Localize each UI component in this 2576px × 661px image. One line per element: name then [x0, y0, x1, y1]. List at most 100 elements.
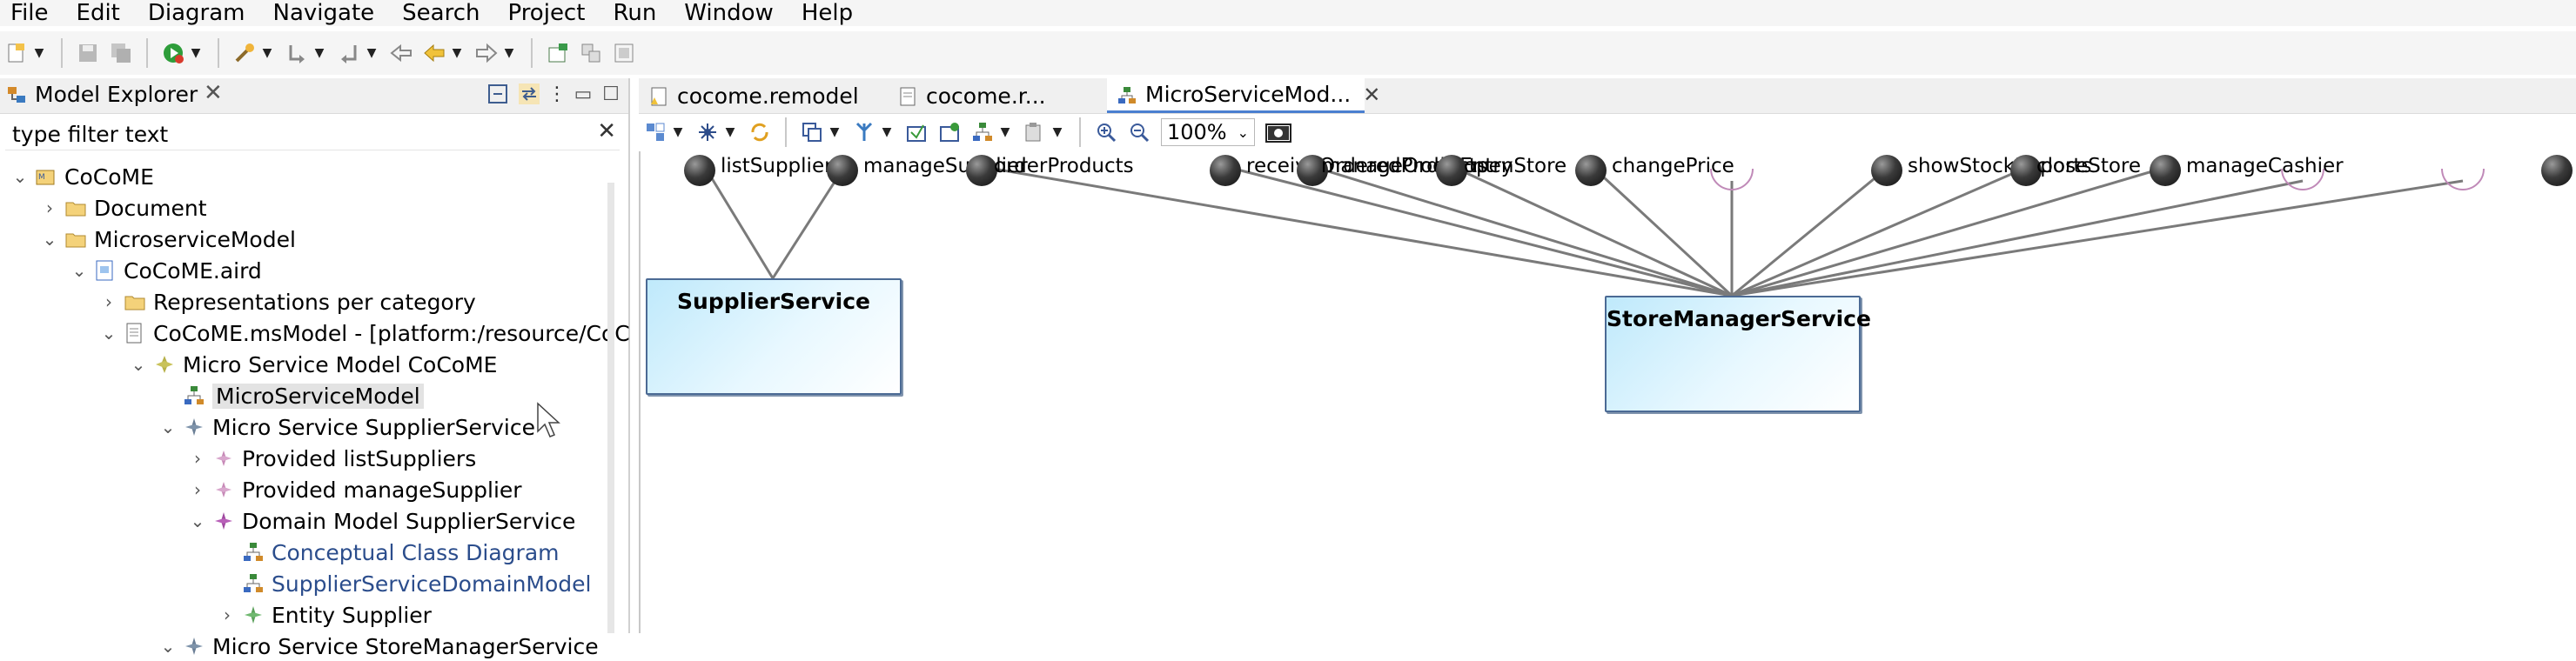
new-representation-icon[interactable]: [545, 40, 571, 66]
maximize-icon[interactable]: ☐: [599, 82, 623, 106]
provided-port-listSuppliers[interactable]: [684, 155, 715, 186]
collapse-chevron-icon[interactable]: ⌄: [70, 260, 89, 281]
model-explorer-tab[interactable]: Model Explorer ✕ ⋮ ▭ ☐: [0, 78, 628, 114]
run-dropdown-icon[interactable]: ▼: [190, 40, 202, 66]
diagram-canvas[interactable]: listSuppliers manageSupplier orderProduc…: [639, 151, 2576, 633]
expand-chevron-icon[interactable]: ›: [40, 197, 59, 218]
menu-help[interactable]: Help: [791, 0, 870, 26]
view-menu-icon[interactable]: ⋮: [545, 82, 569, 106]
tree-item[interactable]: ⌄ M CoCoME: [10, 162, 154, 191]
tree-item[interactable]: › Provided listSuppliers: [188, 444, 476, 473]
tree-item[interactable]: ⌄ MicroserviceModel: [40, 224, 296, 254]
menu-file[interactable]: File: [0, 0, 66, 26]
zoom-in-icon[interactable]: [1093, 119, 1119, 145]
tree-item[interactable]: › Provided manageSupplier: [188, 475, 522, 504]
expand-chevron-icon[interactable]: ›: [188, 479, 207, 500]
tree-item[interactable]: ⌄ Micro Service Model CoCoME: [129, 350, 498, 379]
close-tab-icon[interactable]: ✕: [1363, 83, 1380, 107]
copy-format-dropdown-icon[interactable]: ▼: [1051, 119, 1063, 145]
zoom-combo[interactable]: 100% ⌄: [1161, 118, 1255, 146]
expand-chevron-icon[interactable]: ›: [188, 448, 207, 469]
menu-diagram[interactable]: Diagram: [138, 0, 263, 26]
layout-tree-icon[interactable]: [969, 119, 996, 145]
provided-port-showStockReports[interactable]: [1871, 155, 1902, 186]
layers-dropdown-icon[interactable]: ▼: [828, 119, 841, 145]
tree-item[interactable]: Conceptual Class Diagram: [218, 537, 560, 567]
provided-port-orderProducts[interactable]: [966, 155, 997, 186]
camera-icon[interactable]: [1265, 119, 1291, 145]
save-icon[interactable]: [75, 40, 101, 66]
menu-navigate[interactable]: Navigate: [263, 0, 392, 26]
zoom-out-icon[interactable]: [1126, 119, 1152, 145]
collapse-chevron-icon[interactable]: ⌄: [158, 417, 178, 437]
collapse-chevron-icon[interactable]: ⌄: [99, 323, 118, 344]
tree-item[interactable]: › Representations per category: [99, 287, 476, 317]
tree-item[interactable]: ⌄ Micro Service StoreManagerService: [158, 631, 599, 661]
tab-cocome-remodel[interactable]: cocome.remodel: [639, 78, 888, 113]
back-dropdown-icon[interactable]: ▼: [451, 40, 463, 66]
filters-icon[interactable]: [851, 119, 877, 145]
link-with-editor-icon[interactable]: [517, 82, 541, 106]
menu-window[interactable]: Window: [674, 0, 791, 26]
forward-dropdown-icon[interactable]: ▼: [503, 40, 515, 66]
collapse-chevron-icon[interactable]: ⌄: [158, 636, 178, 657]
menu-run[interactable]: Run: [602, 0, 674, 26]
filter-input[interactable]: [10, 118, 571, 150]
provided-port-changePrice[interactable]: [1575, 155, 1607, 186]
tree-item[interactable]: › Entity Supplier: [218, 600, 432, 630]
tree-item[interactable]: ⌄ Domain Model SupplierService: [188, 506, 576, 536]
explorer-scrollbar[interactable]: [607, 183, 614, 633]
tab-microservicemodel[interactable]: MicroServiceMod... ✕: [1107, 78, 1380, 113]
provided-port-manageCashier[interactable]: [2150, 155, 2181, 186]
clear-filter-icon[interactable]: ✕: [597, 118, 616, 144]
service-supplierservice[interactable]: SupplierService: [646, 278, 902, 395]
tools-dropdown-icon[interactable]: ▼: [261, 40, 273, 66]
new-icon[interactable]: [3, 40, 30, 66]
provided-port-manageSupplier[interactable]: [827, 155, 858, 186]
menu-project[interactable]: Project: [497, 0, 602, 26]
service-storemanagerservice[interactable]: StoreManagerService: [1605, 296, 1871, 412]
refresh-icon[interactable]: [747, 119, 773, 145]
back-icon[interactable]: [421, 40, 447, 66]
copy-format-icon[interactable]: [1022, 119, 1048, 145]
collapse-chevron-icon[interactable]: ⌄: [40, 229, 59, 250]
tree-item[interactable]: ⌄ CoCoME.msModel - [platform:/resource/Co…: [99, 318, 630, 348]
expand-chevron-icon[interactable]: ›: [99, 291, 118, 312]
close-icon[interactable]: ✕: [204, 80, 223, 106]
collapse-all-icon[interactable]: [486, 82, 510, 106]
provided-port-receiveOrderedProducts[interactable]: [1210, 155, 1241, 186]
save-all-icon[interactable]: [108, 40, 134, 66]
forward-icon[interactable]: [473, 40, 500, 66]
select-dropdown-icon[interactable]: ▼: [672, 119, 684, 145]
menu-search[interactable]: Search: [392, 0, 497, 26]
tree-item[interactable]: SupplierServiceDomainModel: [218, 569, 591, 598]
collapse-chevron-icon[interactable]: ⌄: [129, 354, 148, 375]
minimize-icon[interactable]: ▭: [571, 82, 595, 106]
new-dropdown-icon[interactable]: ▼: [33, 40, 45, 66]
tools-icon[interactable]: [231, 40, 258, 66]
provided-port-offscreen[interactable]: [2541, 155, 2573, 186]
tree-item[interactable]: › Document: [40, 193, 207, 223]
next-annotation-icon[interactable]: [284, 40, 310, 66]
unpin-icon[interactable]: [936, 119, 963, 145]
prev-annotation-dropdown-icon[interactable]: ▼: [366, 40, 378, 66]
next-annotation-dropdown-icon[interactable]: ▼: [313, 40, 325, 66]
collapse-chevron-icon[interactable]: ⌄: [10, 166, 30, 187]
pin-icon[interactable]: [903, 119, 929, 145]
layers-icon[interactable]: [799, 119, 825, 145]
arrange-dropdown-icon[interactable]: ▼: [724, 119, 736, 145]
filters-dropdown-icon[interactable]: ▼: [881, 119, 893, 145]
layout-icon[interactable]: [611, 40, 637, 66]
tree-item[interactable]: ⌄ Micro Service SupplierService: [158, 412, 535, 442]
expand-chevron-icon[interactable]: ›: [218, 604, 237, 625]
tree-item[interactable]: ⌄ CoCoME.aird: [70, 256, 262, 285]
tree-item[interactable]: MicroServiceModel: [158, 381, 424, 411]
run-icon[interactable]: [160, 40, 186, 66]
tab-cocome-r[interactable]: cocome.r...: [888, 78, 1107, 113]
menu-edit[interactable]: Edit: [66, 0, 138, 26]
collapse-chevron-icon[interactable]: ⌄: [188, 511, 207, 531]
layout-dropdown-icon[interactable]: ▼: [999, 119, 1011, 145]
last-edit-icon[interactable]: [388, 40, 414, 66]
select-all-icon[interactable]: [642, 119, 668, 145]
provided-port-openStore[interactable]: [1436, 155, 1467, 186]
